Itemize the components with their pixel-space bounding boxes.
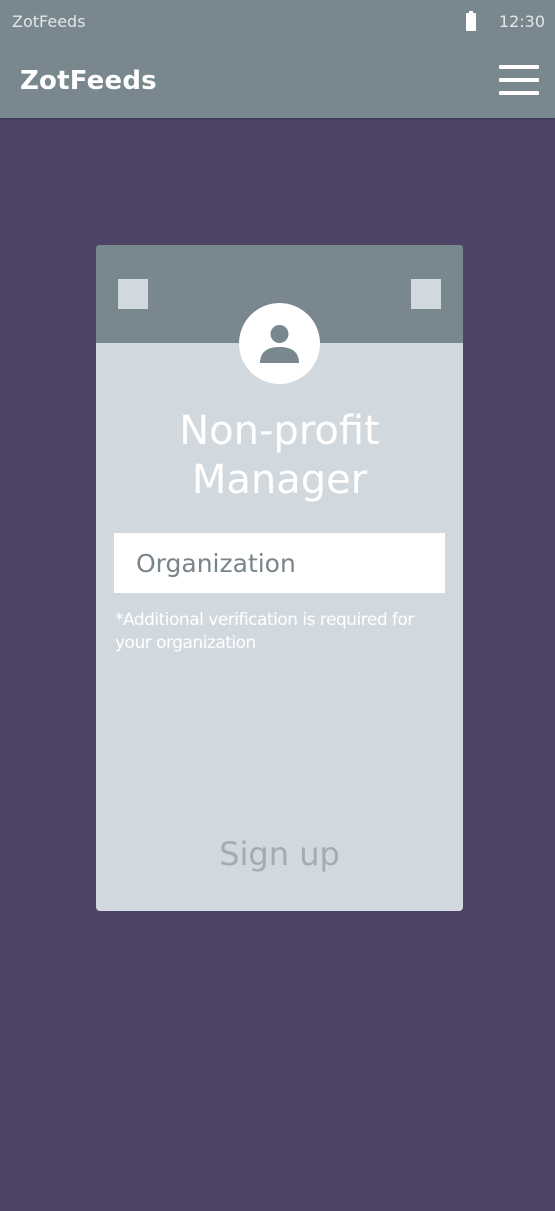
status-bar: ZotFeeds 12:30 — [0, 0, 555, 44]
menu-icon[interactable] — [499, 65, 539, 95]
avatar — [239, 303, 320, 384]
app-bar: ZotFeeds — [0, 44, 555, 118]
verification-note: *Additional verification is required for… — [115, 610, 414, 653]
placeholder-square-left — [118, 279, 148, 309]
placeholder-square-right — [411, 279, 441, 309]
signup-button[interactable]: Sign up — [96, 835, 463, 873]
app-title: ZotFeeds — [20, 66, 157, 96]
status-app-name: ZotFeeds — [12, 12, 86, 31]
signup-card: Non-profit Manager *Additional verificat… — [96, 245, 463, 911]
battery-icon — [466, 11, 476, 31]
status-time: 12:30 — [498, 12, 545, 31]
organization-input[interactable] — [114, 533, 445, 593]
role-title: Non-profit Manager — [179, 408, 380, 503]
person-icon — [260, 325, 299, 363]
